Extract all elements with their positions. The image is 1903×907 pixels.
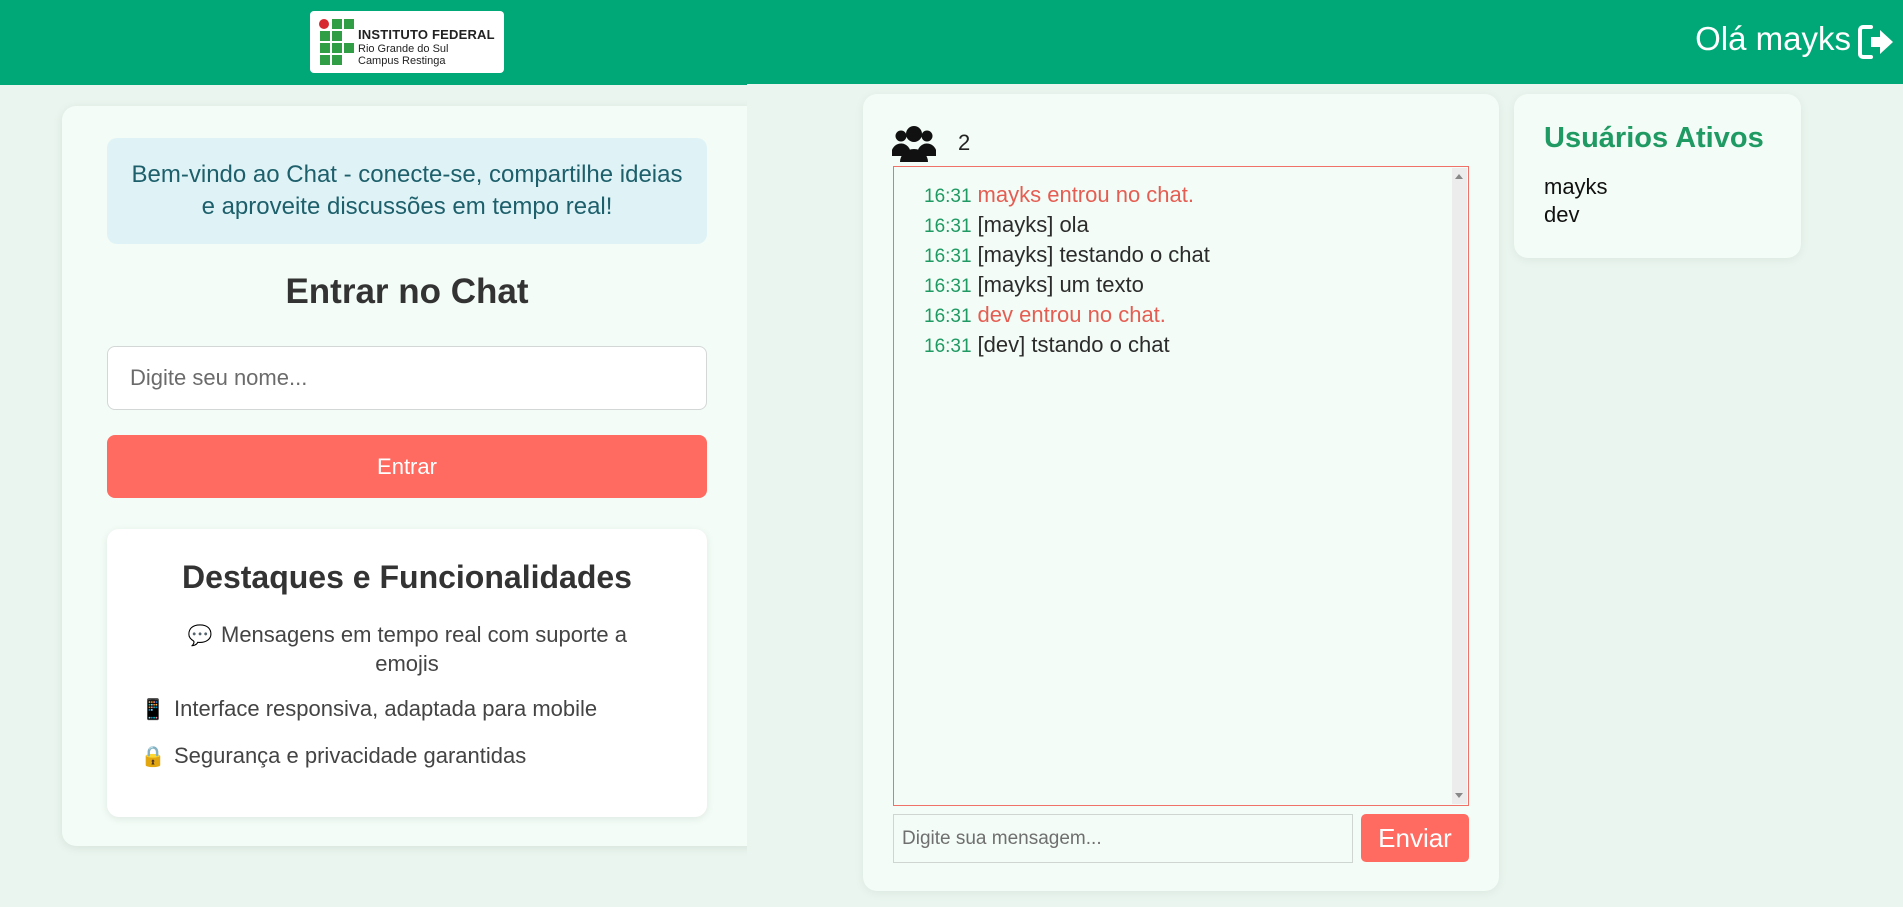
- active-users-list: mayks dev: [1544, 173, 1608, 229]
- user-greeting: Olá mayks: [1695, 20, 1851, 57]
- message-time: 16:31: [924, 336, 972, 357]
- features-title: Destaques e Funcionalidades: [182, 559, 632, 595]
- chat-pane: Olá mayks 2 16:31 mayks entrou no chat. 1…: [747, 0, 1903, 907]
- message-text: [dev] tstando o chat: [977, 332, 1170, 357]
- message-row: 16:31 [dev] tstando o chat: [924, 331, 1210, 361]
- messages-box[interactable]: 16:31 mayks entrou no chat. 16:31 [mayks] …: [893, 166, 1469, 806]
- logo-text-institution: INSTITUTO FEDERAL: [358, 27, 495, 42]
- message-text: [mayks] ola: [977, 212, 1089, 237]
- logo-text-state: Rio Grande do Sul: [358, 43, 449, 55]
- message-time: 16:31: [924, 246, 972, 267]
- message-time: 16:31: [924, 306, 972, 327]
- feature-text: Segurança e privacidade garantidas: [174, 743, 527, 768]
- message-text: mayks entrou no chat.: [977, 182, 1194, 207]
- lock-icon: 🔒: [140, 746, 166, 768]
- message-text: dev entrou no chat.: [977, 302, 1166, 327]
- message-row: 16:31 [mayks] ola: [924, 211, 1210, 241]
- name-input[interactable]: [107, 346, 707, 410]
- feature-text: Mensagens em tempo real com suporte a em…: [221, 622, 627, 676]
- feature-item: 🔒 Segurança e privacidade garantidas: [140, 742, 527, 771]
- message-row: 16:31 mayks entrou no chat.: [924, 181, 1210, 211]
- message-time: 16:31: [924, 186, 972, 207]
- features-card: Destaques e Funcionalidades 💬 Mensagens e…: [107, 529, 707, 817]
- mobile-phone-icon: 📱: [140, 699, 166, 721]
- login-title: Entrar no Chat: [285, 272, 529, 311]
- institution-logo: INSTITUTO FEDERAL Rio Grande do Sul Camp…: [310, 11, 504, 73]
- scroll-down-arrow-icon[interactable]: [1455, 793, 1463, 798]
- message-text: [mayks] um texto: [977, 272, 1144, 297]
- logout-icon[interactable]: [1857, 24, 1895, 60]
- message-time: 16:31: [924, 276, 972, 297]
- message-time: 16:31: [924, 216, 972, 237]
- speech-bubble-icon: 💬: [187, 625, 213, 647]
- message-row: 16:31 [mayks] um texto: [924, 271, 1210, 301]
- message-text: [mayks] testando o chat: [977, 242, 1210, 267]
- feature-item: 💬 Mensagens em tempo real com suporte a e…: [157, 621, 657, 678]
- active-user-item: dev: [1544, 202, 1580, 227]
- message-row: 16:31 dev entrou no chat.: [924, 301, 1210, 331]
- if-logo-icon: [319, 19, 354, 65]
- chat-card: 2 16:31 mayks entrou no chat. 16:31 [mayks…: [863, 94, 1499, 891]
- feature-item: 📱 Interface responsiva, adaptada para mob…: [140, 695, 598, 724]
- message-row: 16:31 [mayks] testando o chat: [924, 241, 1210, 271]
- scroll-up-arrow-icon[interactable]: [1455, 174, 1463, 179]
- enter-button[interactable]: Entrar: [107, 435, 707, 498]
- active-users-title: Usuários Ativos: [1544, 122, 1764, 154]
- active-users-card: Usuários Ativos mayks dev: [1514, 94, 1801, 258]
- left-header-bar: INSTITUTO FEDERAL Rio Grande do Sul Camp…: [0, 0, 747, 85]
- send-button[interactable]: Enviar: [1361, 814, 1469, 862]
- login-pane: INSTITUTO FEDERAL Rio Grande do Sul Camp…: [0, 0, 762, 907]
- feature-text: Interface responsiva, adaptada para mobi…: [174, 696, 598, 721]
- login-card: Bem-vindo ao Chat - conecte-se, comparti…: [62, 106, 762, 846]
- welcome-banner: Bem-vindo ao Chat - conecte-se, comparti…: [107, 138, 707, 244]
- logo-text-campus: Campus Restinga: [358, 55, 446, 67]
- messages-scrollbar[interactable]: [1452, 168, 1467, 804]
- online-user-count: 2: [958, 130, 971, 155]
- message-input[interactable]: [893, 814, 1353, 863]
- users-icon: [892, 126, 936, 162]
- right-header-bar: Olá mayks: [747, 0, 1903, 84]
- active-user-item: mayks: [1544, 174, 1608, 199]
- message-list: 16:31 mayks entrou no chat. 16:31 [mayks] …: [924, 181, 1210, 361]
